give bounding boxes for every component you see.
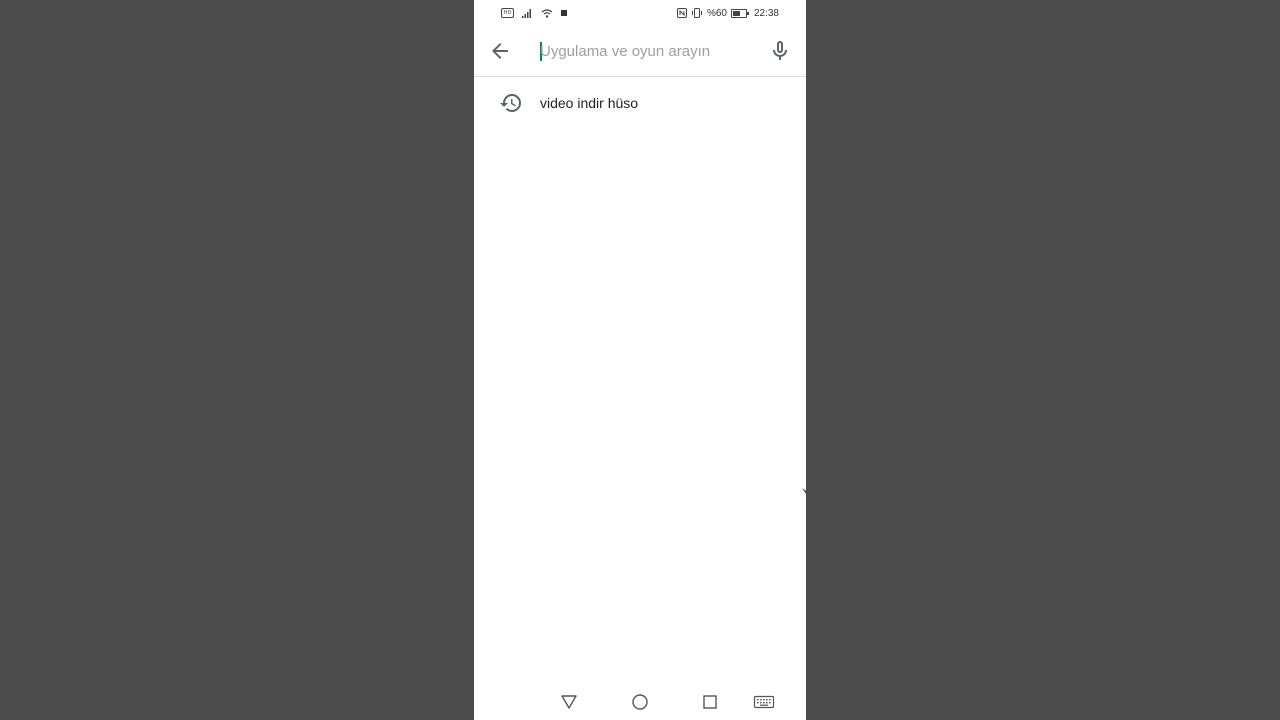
search-input[interactable]	[540, 38, 760, 64]
wifi-icon	[541, 8, 553, 18]
status-bar: HD %60 22:38	[474, 0, 806, 26]
vibrate-icon	[691, 8, 702, 18]
signal-icon	[522, 8, 531, 18]
hd-badge-icon: HD	[501, 8, 514, 18]
microphone-icon[interactable]	[768, 39, 792, 63]
triangle-back-icon[interactable]	[559, 692, 579, 712]
search-bar	[474, 26, 806, 77]
history-icon	[500, 94, 521, 113]
square-recent-icon[interactable]	[700, 692, 720, 712]
phone-screen: HD %60 22:38 Uygulama ve oyun arayın vid…	[474, 0, 806, 720]
pointer-mark-icon	[802, 488, 806, 494]
nfc-icon	[676, 8, 687, 18]
notification-square-icon	[561, 10, 567, 16]
status-bar-left: HD	[501, 6, 567, 20]
navigation-bar	[474, 684, 806, 720]
history-suggestion-item[interactable]: video indir hüso	[474, 80, 806, 126]
status-time: 22:38	[753, 7, 779, 19]
battery-percent: %60	[706, 7, 727, 19]
battery-icon	[730, 8, 749, 18]
battery-fill	[732, 10, 740, 16]
history-suggestion-label: video indir hüso	[540, 95, 639, 111]
arrow-left-icon[interactable]	[488, 39, 512, 63]
circle-home-icon[interactable]	[630, 692, 650, 712]
keyboard-icon[interactable]	[753, 692, 775, 712]
status-bar-right: %60 22:38	[676, 6, 779, 20]
